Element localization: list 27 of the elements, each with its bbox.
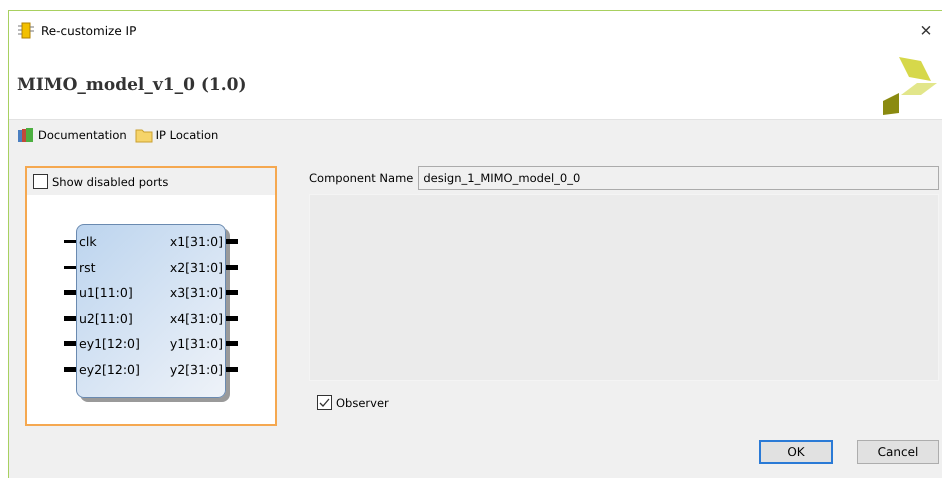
port-label: x4[31:0]: [168, 310, 224, 326]
logo-icon: [881, 55, 937, 115]
port-label: rst: [78, 260, 97, 275]
port-label: x2[31:0]: [168, 260, 224, 275]
port-label: ey1[12:0]: [78, 336, 141, 352]
port-label: x3[31:0]: [168, 285, 224, 300]
close-button[interactable]: ×: [909, 20, 942, 42]
field-label: Component Name: [309, 171, 414, 185]
port-label: y1[31:0]: [168, 336, 224, 352]
folder-icon: [134, 128, 153, 142]
checkmark-icon: [319, 397, 330, 408]
window-title: Re-customize IP: [41, 24, 138, 38]
port-label: ey2[12:0]: [78, 362, 141, 377]
port-label: u1[11:0]: [78, 285, 134, 300]
port-label: x1[31:0]: [168, 234, 224, 250]
books-icon: [17, 127, 35, 143]
toolbar-link[interactable]: Documentation: [15, 127, 129, 143]
chip-icon: [17, 22, 35, 40]
component-name-field[interactable]: design_1_MIMO_model_0_0: [418, 166, 939, 190]
dialog-button[interactable]: Cancel: [857, 440, 939, 464]
ip-title: MIMO_model_v1_0 (1.0): [17, 75, 246, 95]
port-label: y2[31:0]: [168, 362, 224, 377]
port-label: u2[11:0]: [78, 310, 134, 326]
dialog-button[interactable]: OK: [759, 440, 833, 464]
checkbox[interactable]: Observer: [317, 395, 939, 410]
port-label: clk: [78, 234, 98, 250]
toolbar-link[interactable]: IP Location: [132, 128, 220, 142]
